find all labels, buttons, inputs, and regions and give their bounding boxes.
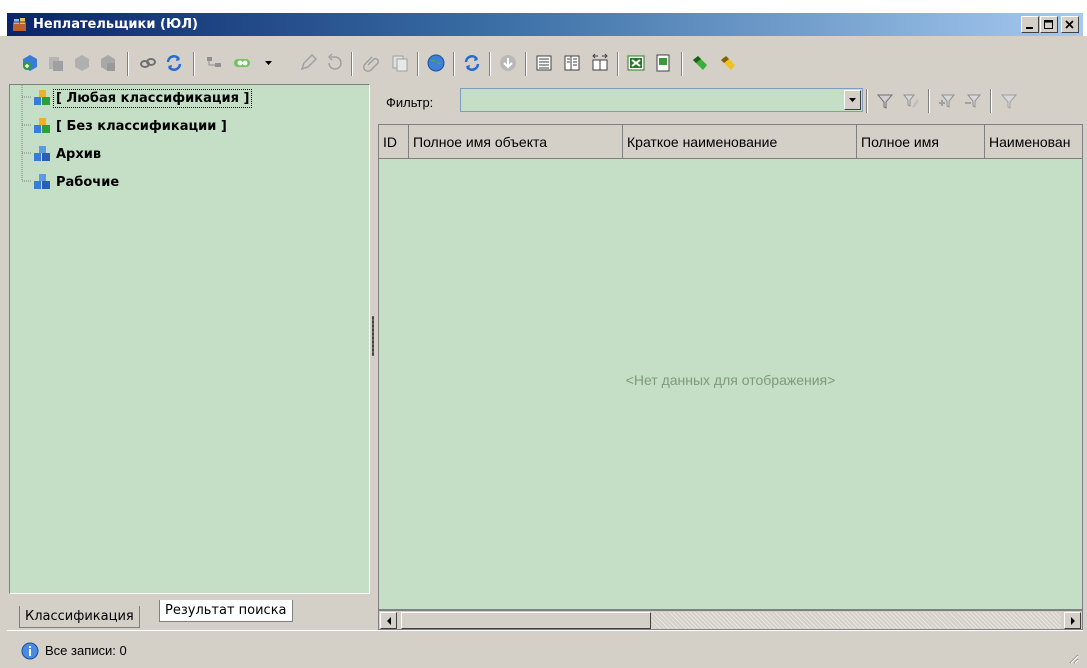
toolbar-separator	[489, 52, 491, 76]
filter-label: Фильтр:	[386, 95, 434, 110]
filter-funnel-icon[interactable]	[874, 90, 896, 112]
tab-classification[interactable]: Классификация	[19, 606, 140, 628]
classification-icon	[34, 90, 50, 105]
minimize-button[interactable]	[1021, 16, 1039, 33]
tree-item-label: Архив	[56, 146, 102, 162]
filter-clear-icon[interactable]	[998, 90, 1020, 112]
left-tabs: Классификация Результат поиска	[9, 594, 370, 630]
filter-add-icon[interactable]	[936, 90, 958, 112]
columns-view-icon[interactable]	[561, 52, 583, 74]
chevron-left-icon	[386, 616, 391, 625]
chevron-down-icon	[848, 98, 856, 102]
close-icon	[1065, 19, 1074, 29]
delete-object-icon[interactable]	[97, 52, 119, 74]
add-object-icon[interactable]	[19, 52, 41, 74]
filter-remove-icon[interactable]	[962, 90, 984, 112]
fit-columns-icon[interactable]	[589, 52, 611, 74]
info-icon	[21, 642, 39, 660]
main-toolbar	[7, 36, 1083, 84]
tree-item-archive[interactable]: Архив	[32, 143, 103, 165]
pencil-icon[interactable]	[297, 52, 319, 74]
excel-export-icon[interactable]	[625, 52, 647, 74]
toolbar-separator	[681, 52, 683, 76]
green-pill-icon[interactable]	[689, 52, 711, 74]
tree-item-working[interactable]: Рабочие	[32, 171, 121, 193]
maximize-button[interactable]	[1040, 16, 1058, 33]
tree-item-no-classification[interactable]: [ Без классификации ]	[32, 115, 229, 137]
toolbar-dropdown-arrow[interactable]	[265, 58, 273, 69]
scroll-left-button[interactable]	[380, 612, 397, 629]
toolbar-separator	[617, 52, 619, 76]
filter-edit-icon[interactable]	[900, 90, 922, 112]
toolbar-separator	[351, 52, 353, 76]
tree-item-label: Рабочие	[56, 174, 120, 190]
tree-structure-icon[interactable]	[203, 52, 225, 74]
window-controls	[1020, 16, 1079, 33]
edit-object-icon[interactable]	[71, 52, 93, 74]
close-button[interactable]	[1061, 16, 1079, 33]
tree-item-any-classification[interactable]: [ Любая классификация ]	[32, 87, 253, 109]
link-icon[interactable]	[137, 52, 159, 74]
tree-item-label: [ Без классификации ]	[56, 118, 227, 134]
toolbar-separator	[193, 52, 195, 76]
copy-object-icon[interactable]	[45, 52, 67, 74]
toolbar-separator	[990, 89, 992, 113]
copy-icon[interactable]	[389, 52, 411, 74]
toolbar-separator	[127, 52, 129, 76]
toggle-icon[interactable]	[231, 52, 253, 74]
chevron-right-icon	[1070, 616, 1075, 625]
filter-input[interactable]	[460, 88, 863, 112]
globe-icon[interactable]	[425, 52, 447, 74]
minimize-icon	[1026, 26, 1033, 29]
data-grid: ID Полное имя объекта Краткое наименован…	[378, 124, 1083, 610]
status-bar: Все записи: 0	[7, 630, 1083, 668]
attach-icon[interactable]	[361, 52, 383, 74]
refresh-icon[interactable]	[461, 52, 483, 74]
filter-dropdown-button[interactable]	[844, 90, 861, 110]
classification-tree: [ Любая классификация ] [ Без классифика…	[10, 85, 369, 593]
horizontal-scrollbar[interactable]	[378, 610, 1083, 630]
classification-panel: [ Любая классификация ] [ Без классифика…	[9, 84, 370, 594]
splitter-grip[interactable]	[372, 316, 374, 356]
tab-search-result[interactable]: Результат поиска	[159, 600, 293, 622]
export-doc-icon[interactable]	[653, 52, 675, 74]
window-title: Неплательщики (ЮЛ)	[33, 17, 198, 32]
download-icon[interactable]	[497, 52, 519, 74]
main-window: Неплательщики (ЮЛ) [Любая классификация…	[0, 0, 1087, 668]
undo-icon[interactable]	[323, 52, 345, 74]
scroll-right-button[interactable]	[1064, 612, 1081, 629]
maximize-icon	[1044, 19, 1053, 29]
toolbar-separator	[866, 89, 868, 113]
record-count: Все записи: 0	[45, 643, 127, 658]
data-panel: Фильтр: ID Полное имя объекта Краткое на…	[378, 84, 1083, 630]
scroll-thumb[interactable]	[401, 612, 651, 629]
title-bar-area: Неплательщики (ЮЛ)	[0, 0, 1087, 36]
panel-splitter[interactable]	[370, 84, 378, 644]
toolbar-separator	[928, 89, 930, 113]
refresh-tree-icon[interactable]	[163, 52, 185, 74]
resize-grip-icon[interactable]	[1067, 652, 1079, 664]
toolbar-separator	[525, 52, 527, 76]
folder-cubes-icon	[34, 146, 50, 161]
list-view-icon[interactable]	[533, 52, 555, 74]
classification-icon	[34, 118, 50, 133]
empty-grid-message: <Нет данных для отображения>	[625, 372, 836, 388]
filter-bar: Фильтр:	[378, 84, 1083, 124]
tree-item-label: [ Любая классификация ]	[52, 88, 253, 108]
yellow-pill-icon[interactable]	[717, 52, 739, 74]
title-bar[interactable]: Неплательщики (ЮЛ)	[7, 13, 1083, 36]
toolbar-separator	[453, 52, 455, 76]
app-icon	[13, 18, 26, 31]
toolbar-separator	[417, 52, 419, 76]
folder-cubes-icon	[34, 174, 50, 189]
